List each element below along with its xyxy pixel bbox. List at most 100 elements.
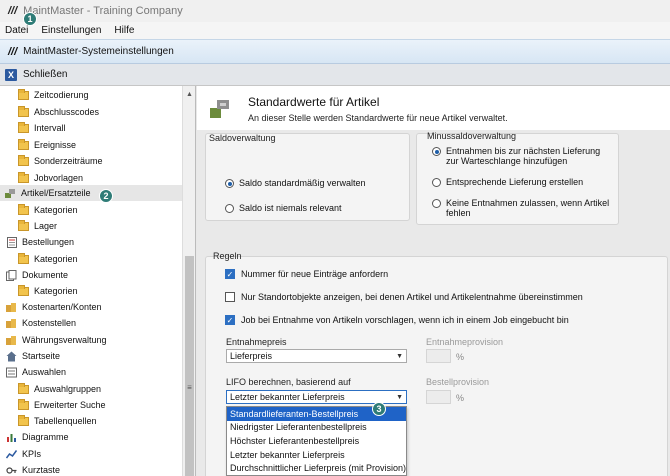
tree-item-kategorien-artikel[interactable]: Kategorien <box>18 202 78 218</box>
folder-icon <box>18 154 29 166</box>
folder-icon <box>18 382 29 394</box>
tree-item-label: Artikel/Ersatzteile <box>21 188 91 198</box>
tree-item-kategorien-dokumente[interactable]: Kategorien <box>18 283 78 299</box>
cost-icon <box>6 318 17 329</box>
cost-icon <box>6 335 17 346</box>
lifo-dropdown-list: Standardlieferanten-Bestellpreis Niedrig… <box>226 406 407 476</box>
lifo-label: LIFO berechnen, basierend auf <box>226 377 351 387</box>
menu-datei[interactable]: Datei <box>5 25 28 36</box>
tree-item-kostenstellen[interactable]: Kostenstellen <box>6 315 76 331</box>
document-icon <box>6 269 17 281</box>
tree-item-abschlusscodes[interactable]: Abschlusscodes <box>18 104 99 120</box>
tree-item-label: Auswahlen <box>22 367 67 377</box>
minussaldo-radio-create-delivery[interactable]: Entsprechende Lieferung erstellen <box>432 177 583 187</box>
radio-icon <box>225 204 234 213</box>
settings-tree: Zeitcodierung Abschlusscodes Intervall E… <box>0 86 196 476</box>
tree-item-lager[interactable]: Lager <box>18 218 57 234</box>
folder-icon <box>18 88 29 100</box>
folder-icon <box>18 121 29 133</box>
window-logo: /// <box>8 45 18 58</box>
minussaldo-radio-queue[interactable]: Entnahmen bis zur nächsten Lieferung zur … <box>432 146 600 166</box>
checkbox-checked-icon: ✓ <box>225 269 235 279</box>
radio-label: Saldo ist niemals relevant <box>239 203 342 213</box>
window-title: MaintMaster-Systemeinstellungen <box>23 46 174 57</box>
close-icon[interactable]: X <box>5 68 17 81</box>
tree-item-kostenarten-konten[interactable]: Kostenarten/Konten <box>6 299 102 315</box>
tree-item-bestellungen[interactable]: Bestellungen <box>6 234 74 250</box>
step-badge-2: 2 <box>99 189 113 203</box>
dropdown-option[interactable]: Letzter bekannter Lieferpreis <box>227 448 406 462</box>
radio-selected-icon <box>432 147 441 156</box>
folder-icon <box>18 284 29 296</box>
tree-item-label: Jobvorlagen <box>34 173 84 183</box>
tree-item-label: Intervall <box>34 123 66 133</box>
tree-item-ereignisse[interactable]: Ereignisse <box>18 137 76 153</box>
checkbox-checked-icon: ✓ <box>225 315 235 325</box>
entnahmepreis-select[interactable]: Lieferpreis ▼ <box>226 349 407 363</box>
tree-item-kpis[interactable]: KPIs <box>6 446 41 462</box>
tree-item-startseite[interactable]: Startseite <box>6 348 60 364</box>
tree-item-kategorien-bestellungen[interactable]: Kategorien <box>18 251 78 267</box>
tree-item-label: Abschlusscodes <box>34 107 100 117</box>
select-value: Lieferpreis <box>230 351 273 361</box>
tree-item-auswahlen[interactable]: Auswahlen <box>6 364 66 380</box>
folder-icon <box>18 398 29 410</box>
tree-item-jobvorlagen[interactable]: Jobvorlagen <box>18 170 83 186</box>
scroll-up-icon[interactable]: ▲ <box>183 88 195 101</box>
entnahmeprovision-label: Entnahmeprovision <box>426 337 504 347</box>
window-header: /// MaintMaster-Systemeinstellungen <box>0 39 670 64</box>
radio-icon <box>432 199 441 208</box>
check-suggest-job[interactable]: ✓ Job bei Entnahme von Artikeln vorschlag… <box>225 315 569 325</box>
close-button[interactable]: Schließen <box>23 69 67 80</box>
tree-item-label: Kostenstellen <box>22 318 77 328</box>
tree-item-sonderzeitraeume[interactable]: Sonderzeiträume <box>18 153 103 169</box>
menu-einstellungen[interactable]: Einstellungen <box>41 25 101 36</box>
folder-icon <box>18 105 29 117</box>
sidebar-scrollbar[interactable]: ▲ ≡ <box>182 86 195 476</box>
minussaldo-radio-deny[interactable]: Keine Entnahmen zulassen, wenn Artikel fe… <box>432 198 609 218</box>
tree-item-kurztaste[interactable]: Kurztaste <box>6 462 60 476</box>
percent-sign: % <box>456 393 465 403</box>
checkbox-icon <box>225 292 235 302</box>
check-request-number[interactable]: ✓ Nummer für neue Einträge anfordern <box>225 269 388 279</box>
key-icon <box>6 465 17 476</box>
section-header: Standardwerte für Artikel An dieser Stel… <box>197 86 670 130</box>
step-badge-3: 3 <box>372 402 386 416</box>
tree-item-label: Währungsverwaltung <box>22 335 107 345</box>
radio-icon <box>432 178 441 187</box>
tree-item-auswahlgruppen[interactable]: Auswahlgruppen <box>18 381 101 397</box>
check-location-objects[interactable]: Nur Standortobjekte anzeigen, bei denen … <box>225 292 583 302</box>
tree-item-intervall[interactable]: Intervall <box>18 120 66 136</box>
radio-label: Keine Entnahmen zulassen, wenn Artikel fe… <box>446 198 610 218</box>
menu-hilfe[interactable]: Hilfe <box>114 25 134 36</box>
folder-icon <box>18 171 29 183</box>
scrollbar-thumb[interactable] <box>185 256 194 476</box>
tree-item-label: Zeitcodierung <box>34 90 89 100</box>
tree-item-dokumente[interactable]: Dokumente <box>6 267 68 283</box>
saldo-radio-never[interactable]: Saldo ist niemals relevant <box>225 203 342 213</box>
tree-item-artikel-ersatzteile[interactable]: Artikel/Ersatzteile <box>0 185 182 201</box>
folder-icon <box>18 203 29 215</box>
tree-item-zeitcodierung[interactable]: Zeitcodierung <box>18 87 89 103</box>
dropdown-option[interactable]: Höchster Lieferantenbestellpreis <box>227 434 406 448</box>
tree-item-label: Lager <box>34 221 58 231</box>
home-icon <box>6 351 17 362</box>
radio-selected-icon <box>225 179 234 188</box>
tree-item-label: Kurztaste <box>22 465 61 475</box>
tree-item-erweiterter-suche[interactable]: Erweiterter Suche <box>18 397 106 413</box>
bestellprovision-input[interactable] <box>426 390 451 404</box>
tree-item-label: Ereignisse <box>34 140 77 150</box>
tree-item-label: Startseite <box>22 351 61 361</box>
tree-item-waehrungsverwaltung[interactable]: Währungsverwaltung <box>6 332 107 348</box>
tree-item-label: Kategorien <box>34 205 78 215</box>
chevron-down-icon: ▼ <box>396 353 403 360</box>
tree-item-tabellenquellen[interactable]: Tabellenquellen <box>18 413 97 429</box>
entnahmeprovision-input[interactable] <box>426 349 451 363</box>
dropdown-option[interactable]: Durchschnittlicher Lieferpreis (mit Prov… <box>227 461 406 475</box>
tree-item-label: Sonderzeiträume <box>34 156 103 166</box>
saldo-radio-manage[interactable]: Saldo standardmäßig verwalten <box>225 178 366 188</box>
tree-item-label: Diagramme <box>22 432 69 442</box>
dropdown-option[interactable]: Niedrigster Lieferantenbestellpreis <box>227 421 406 435</box>
app-logo: /// <box>8 5 18 17</box>
tree-item-diagramme[interactable]: Diagramme <box>6 429 69 445</box>
